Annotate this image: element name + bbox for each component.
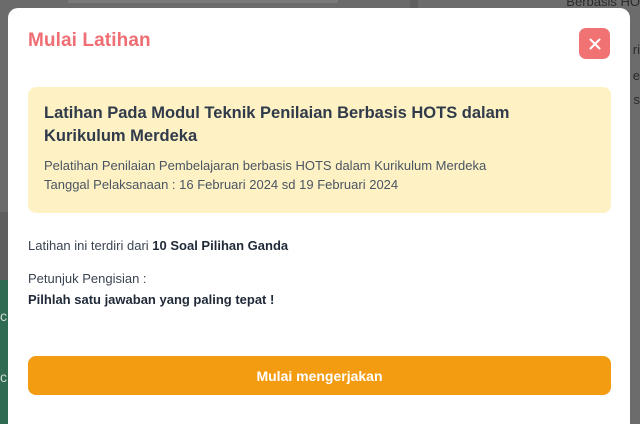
start-button[interactable]: Mulai mengerjakan: [28, 356, 611, 395]
close-icon: [589, 38, 600, 49]
instructions-label: Petunjuk Pengisian :: [28, 271, 147, 286]
training-date: Tanggal Pelaksanaan : 16 Februari 2024 s…: [44, 177, 399, 192]
instructions-text: Pilhlah satu jawaban yang paling tepat !: [28, 292, 275, 307]
composition-label: Latihan ini terdiri dari: [28, 238, 153, 253]
background-text: ri: [632, 42, 640, 57]
exercise-composition: Latihan ini terdiri dari 10 Soal Pilihan…: [28, 238, 288, 253]
training-name: Pelatihan Penilaian Pembelajaran berbasi…: [44, 158, 487, 173]
background-text: c: [0, 308, 7, 324]
start-exercise-modal: Mulai Latihan Latihan Pada Modul Teknik …: [8, 8, 630, 424]
module-info-box: Latihan Pada Modul Teknik Penilaian Berb…: [28, 87, 611, 213]
background-text: e: [632, 68, 640, 83]
background-text: c: [0, 369, 7, 385]
close-button[interactable]: [579, 28, 610, 59]
question-count: 10 Soal Pilihan Ganda: [152, 238, 289, 253]
background-text-line: [68, 0, 338, 3]
background-text: s: [633, 92, 640, 107]
modal-title: Mulai Latihan: [28, 30, 151, 51]
module-title: Latihan Pada Modul Teknik Penilaian Berb…: [44, 104, 510, 145]
